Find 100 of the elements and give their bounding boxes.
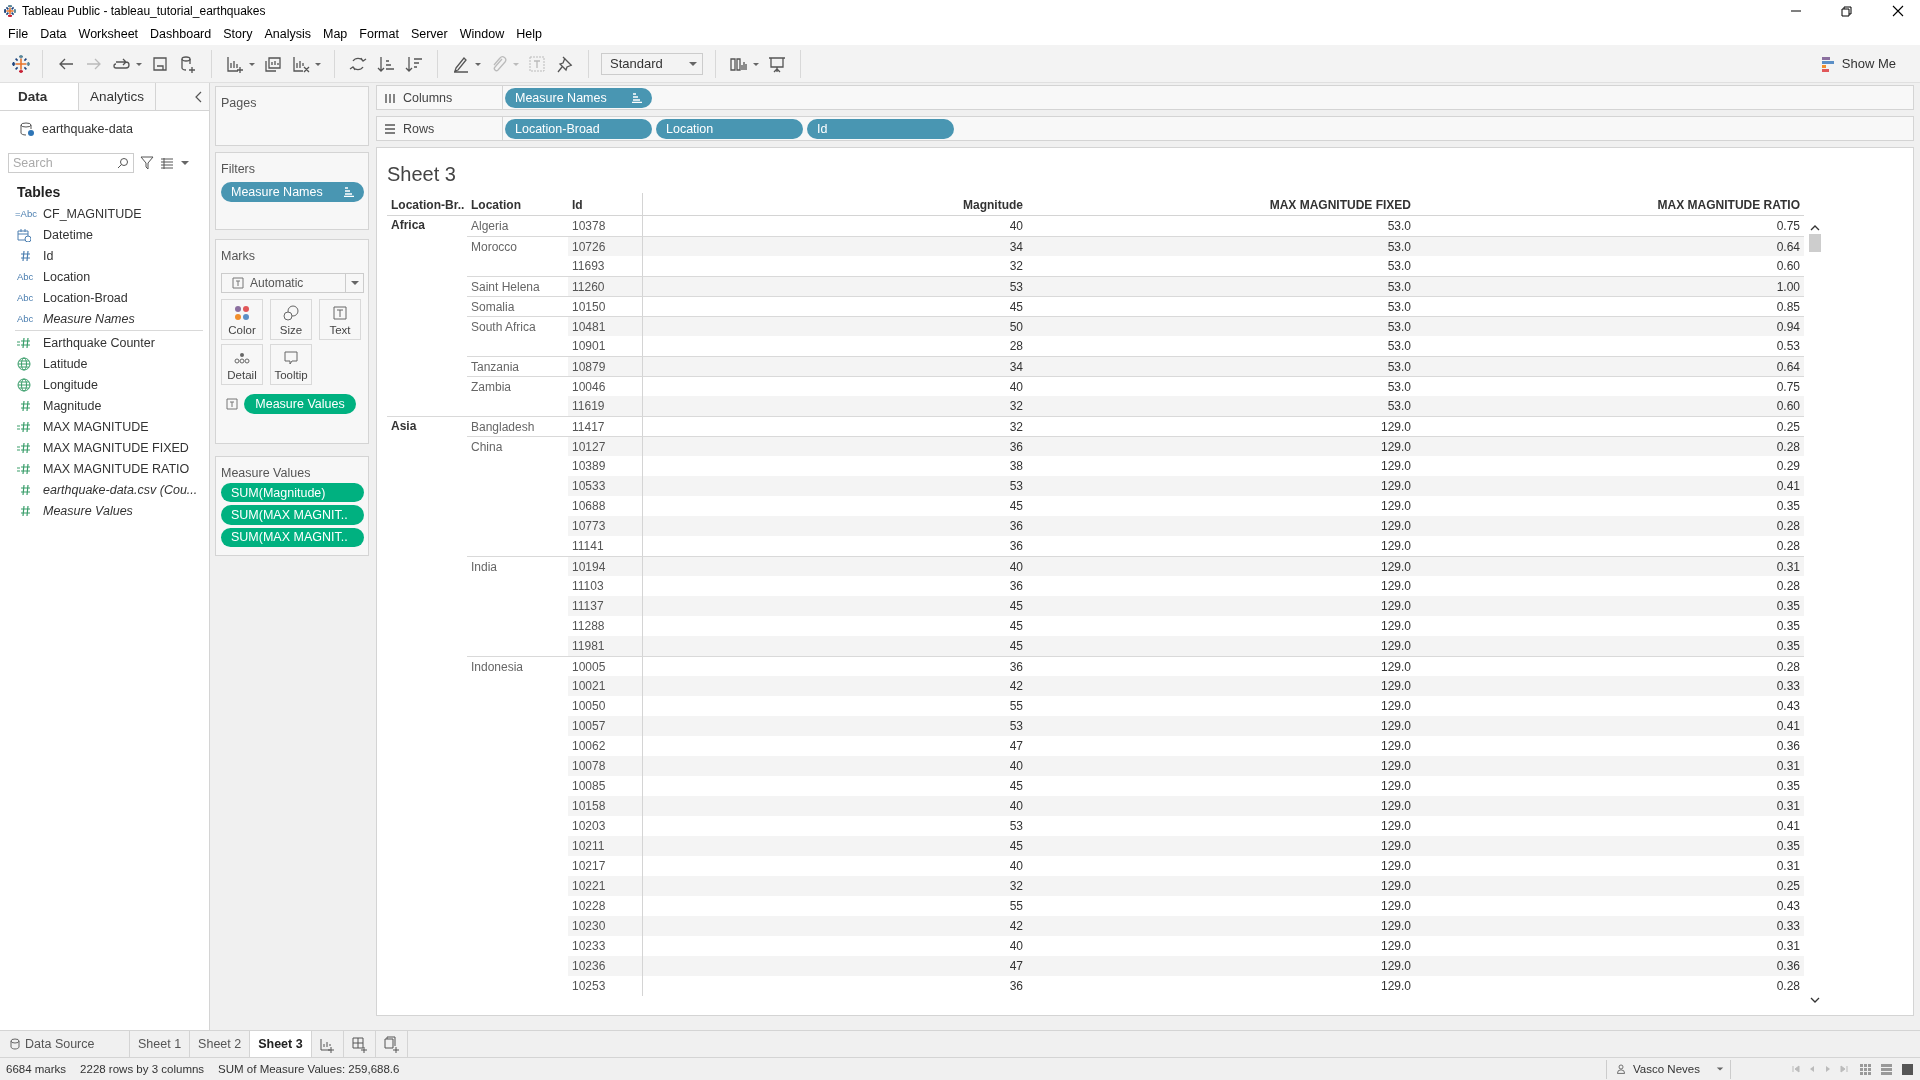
- marks-button[interactable]: Tooltip: [270, 344, 312, 385]
- column-header[interactable]: MAX MAGNITUDE RATIO: [1657, 198, 1800, 212]
- row-header[interactable]: 10253: [572, 979, 606, 993]
- field-name[interactable]: Location-Broad: [43, 290, 128, 305]
- close-icon[interactable]: [1890, 5, 1905, 17]
- start-page-icon[interactable]: [12, 54, 30, 73]
- table-cell: 40: [1009, 859, 1023, 873]
- app-logo-icon[interactable]: [4, 5, 16, 17]
- field-name[interactable]: Measure Values: [43, 503, 133, 518]
- menu-item[interactable]: Window: [455, 26, 513, 41]
- row-header[interactable]: 10150: [572, 299, 606, 314]
- field-name[interactable]: Longitude: [43, 377, 98, 392]
- scroll-down-icon[interactable]: [1810, 996, 1820, 1004]
- field-name[interactable]: MAX MAGNITUDE FIXED: [43, 440, 189, 455]
- row-header[interactable]: 11693: [572, 259, 605, 273]
- search-icon[interactable]: [117, 157, 129, 169]
- row-header[interactable]: Africa: [391, 218, 425, 232]
- row-header[interactable]: 10005: [572, 659, 606, 674]
- mark-type-dropdown[interactable]: Automatic: [221, 273, 364, 293]
- search-field[interactable]: Search: [8, 153, 134, 173]
- row-header[interactable]: 10901: [572, 339, 606, 353]
- row-header[interactable]: Morocco: [471, 240, 517, 254]
- row-header[interactable]: 11141: [572, 539, 604, 553]
- field-name[interactable]: Datetime: [43, 227, 94, 242]
- menu-item[interactable]: Analysis: [260, 26, 319, 41]
- field-name[interactable]: Magnitude: [43, 398, 102, 413]
- row-header[interactable]: 10046: [572, 379, 606, 394]
- row-header[interactable]: 10085: [572, 779, 606, 793]
- filter-icon[interactable]: [140, 156, 154, 170]
- row-header[interactable]: 10062: [572, 739, 606, 753]
- table-cell: 129.0: [1380, 879, 1411, 893]
- scroll-up-icon[interactable]: [1810, 224, 1820, 232]
- caret-icon[interactable]: [349, 278, 360, 288]
- row-header[interactable]: 11288: [572, 619, 605, 633]
- user-dropdown[interactable]: Vasco Neves: [1606, 1059, 1731, 1079]
- field-name[interactable]: Location: [43, 269, 91, 284]
- field-name[interactable]: earthquake-data.csv (Cou...: [43, 482, 198, 497]
- field-name[interactable]: Earthquake Counter: [43, 335, 155, 350]
- table-cell: 45: [1009, 779, 1023, 793]
- field-name[interactable]: Id: [43, 248, 54, 263]
- menu-item[interactable]: File: [4, 26, 37, 41]
- marks-button[interactable]: Detail: [221, 344, 263, 385]
- row-header[interactable]: Tanzania: [471, 360, 520, 374]
- field-name[interactable]: CF_MAGNITUDE: [43, 206, 142, 221]
- column-header[interactable]: Location-Br..: [391, 198, 465, 212]
- marks-button[interactable]: Size: [270, 299, 312, 340]
- menu-item[interactable]: Story: [219, 26, 261, 41]
- row-header[interactable]: 11103: [572, 579, 604, 593]
- single-view-icon[interactable]: [1901, 1062, 1914, 1076]
- menu-item[interactable]: Help: [512, 26, 550, 41]
- menu-item[interactable]: Format: [355, 26, 407, 41]
- column-header[interactable]: Location: [471, 198, 521, 212]
- row-header[interactable]: Indonesia: [471, 660, 524, 674]
- row-header[interactable]: Algeria: [471, 219, 509, 233]
- row-header[interactable]: 10228: [572, 899, 606, 913]
- row-header[interactable]: 11417: [572, 419, 605, 434]
- row-header[interactable]: 10378: [572, 219, 606, 233]
- row-header[interactable]: Saint Helena: [471, 280, 540, 294]
- menu-item[interactable]: Worksheet: [74, 26, 147, 41]
- row-header[interactable]: South Africa: [471, 320, 536, 334]
- row-header[interactable]: 10389: [572, 459, 606, 473]
- row-header[interactable]: India: [471, 560, 498, 574]
- scrollbar-thumb[interactable]: [1809, 234, 1821, 252]
- menu-item[interactable]: Dashboard: [146, 26, 220, 41]
- row-header[interactable]: 10688: [572, 499, 606, 513]
- new-dashboard-icon[interactable]: [350, 1035, 368, 1053]
- row-header[interactable]: Asia: [391, 419, 417, 433]
- menu-item[interactable]: Data: [36, 26, 75, 41]
- field-name[interactable]: Measure Names: [43, 311, 135, 326]
- field-name[interactable]: MAX MAGNITUDE: [43, 419, 149, 434]
- row-header[interactable]: 10217: [572, 859, 606, 873]
- table-cell: 0.43: [1776, 699, 1800, 713]
- row-header[interactable]: Somalia: [471, 300, 515, 314]
- menu-item[interactable]: Server: [406, 26, 456, 41]
- caret-icon[interactable]: [180, 158, 190, 168]
- restore-icon[interactable]: [1839, 5, 1854, 17]
- row-header[interactable]: Zambia: [471, 380, 511, 394]
- marks-button[interactable]: Color: [221, 299, 263, 340]
- menu-item[interactable]: Map: [318, 26, 356, 41]
- fit-dropdown[interactable]: Standard: [601, 52, 703, 75]
- marks-button[interactable]: Text: [319, 299, 361, 340]
- sheet-tab[interactable]: Sheet 3: [250, 1031, 312, 1057]
- sort-icon: [344, 187, 354, 197]
- collapse-icon[interactable]: [195, 90, 203, 103]
- new-story-icon[interactable]: [382, 1035, 400, 1053]
- column-header[interactable]: Magnitude: [963, 198, 1023, 212]
- column-header[interactable]: Id: [572, 198, 583, 212]
- field-name[interactable]: Latitude: [43, 356, 88, 371]
- show-me-button[interactable]: Show Me: [1817, 53, 1900, 74]
- field-name[interactable]: MAX MAGNITUDE RATIO: [43, 461, 190, 476]
- table-cell: 32: [1009, 879, 1023, 893]
- pane-tab[interactable]: Analytics: [78, 83, 156, 110]
- row-header[interactable]: Bangladesh: [471, 420, 535, 434]
- data-source-name[interactable]: earthquake-data: [42, 122, 134, 136]
- column-header[interactable]: MAX MAGNITUDE FIXED: [1269, 198, 1411, 212]
- row-header[interactable]: China: [471, 440, 503, 454]
- row-header[interactable]: 10203: [572, 819, 606, 833]
- list-view-icon[interactable]: [160, 157, 174, 169]
- row-header[interactable]: 10050: [572, 699, 606, 713]
- row-header[interactable]: 10233: [572, 939, 606, 953]
